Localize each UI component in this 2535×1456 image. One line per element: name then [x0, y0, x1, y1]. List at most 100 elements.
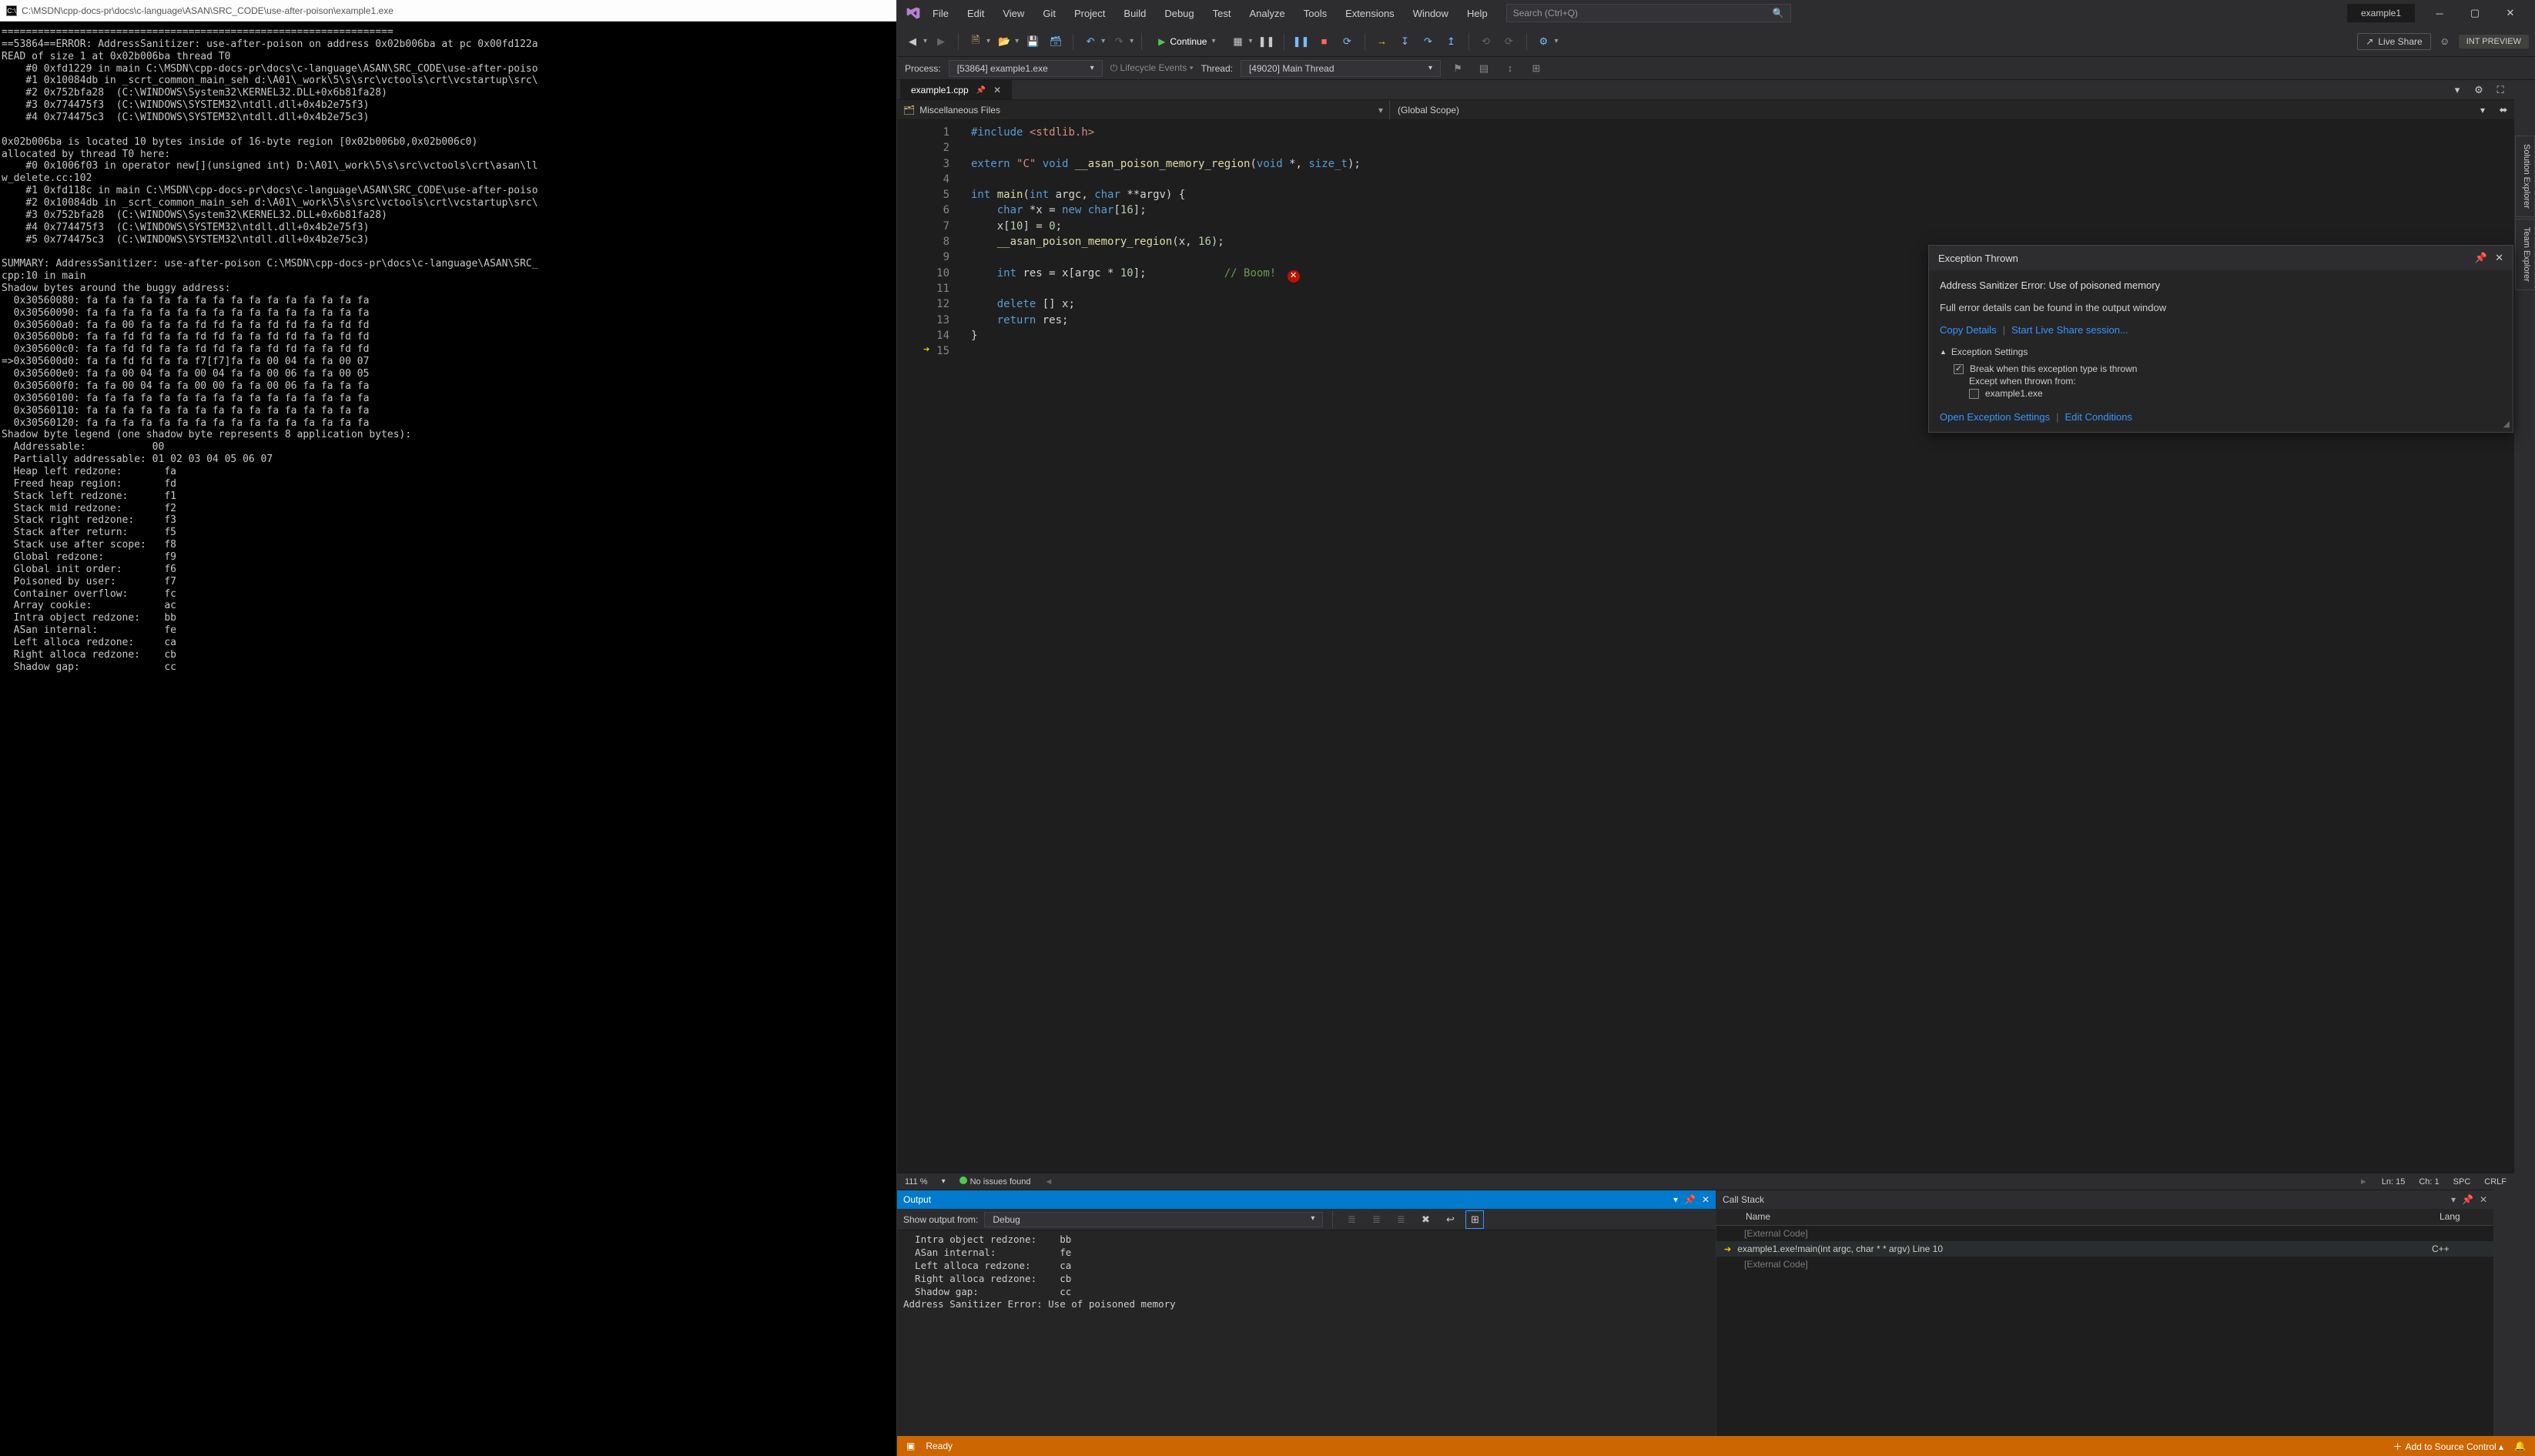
- cs-dropdown-icon[interactable]: ▾: [2451, 1194, 2456, 1205]
- menu-debug[interactable]: Debug: [1157, 5, 1201, 22]
- add-source-control-button[interactable]: ＋Add to Source Control ▴: [2393, 1440, 2503, 1453]
- cs-close-icon[interactable]: ✕: [2480, 1194, 2487, 1205]
- step-over-icon[interactable]: ↷: [1419, 32, 1438, 51]
- show-next-icon[interactable]: →: [1373, 32, 1391, 51]
- menu-help[interactable]: Help: [1459, 5, 1495, 22]
- break-checkbox[interactable]: [1954, 364, 1964, 374]
- menu-analyze[interactable]: Analyze: [1241, 5, 1292, 22]
- error-glyph-icon[interactable]: ✕: [1288, 270, 1300, 283]
- module-checkbox-row[interactable]: example1.exe: [1940, 387, 2502, 400]
- module-checkbox[interactable]: [1969, 389, 1979, 399]
- split-editor-icon[interactable]: ⬌: [2494, 101, 2513, 119]
- menu-edit[interactable]: Edit: [959, 5, 992, 22]
- output-source-selector[interactable]: Debug▾: [984, 1212, 1323, 1227]
- save-icon[interactable]: 💾: [1023, 32, 1042, 51]
- exception-popup-header[interactable]: Exception Thrown 📌✕: [1929, 246, 2513, 270]
- menu-build[interactable]: Build: [1116, 5, 1154, 22]
- hotreload-icon[interactable]: ▦: [1228, 32, 1247, 51]
- zoom-level[interactable]: 111 %: [905, 1177, 928, 1187]
- step-into-icon[interactable]: ↧: [1396, 32, 1415, 51]
- output-toggle-icon[interactable]: ⊞: [1465, 1210, 1484, 1229]
- popup-close-icon[interactable]: ✕: [2495, 252, 2503, 264]
- search-icon[interactable]: 🔍: [1773, 8, 1784, 18]
- pin-icon[interactable]: 📌: [976, 86, 986, 95]
- continue-button[interactable]: ▶Continue ▾: [1150, 33, 1224, 50]
- solution-explorer-tab[interactable]: Solution Explorer: [2515, 136, 2535, 217]
- break-all-icon[interactable]: ❚❚: [1257, 32, 1276, 51]
- save-all-icon[interactable]: 🗃: [1046, 32, 1065, 51]
- stack-frame2-icon[interactable]: ⊞: [1527, 59, 1545, 78]
- reverse-step2-icon[interactable]: ⟳: [1500, 32, 1519, 51]
- notifications-icon[interactable]: 🔔: [2514, 1441, 2526, 1451]
- close-tab-icon[interactable]: ✕: [993, 85, 1001, 95]
- stack-frame-icon[interactable]: ▤: [1475, 59, 1493, 78]
- vs-titlebar[interactable]: File Edit View Git Project Build Debug T…: [897, 0, 2535, 26]
- menu-project[interactable]: Project: [1067, 5, 1113, 22]
- window-close-button[interactable]: ✕: [2493, 2, 2527, 24]
- file-tab-example1[interactable]: example1.cpp 📌 ✕: [900, 80, 1012, 99]
- line-ending[interactable]: CRLF: [2484, 1177, 2507, 1187]
- output-clear-icon[interactable]: ✖: [1416, 1210, 1435, 1229]
- callstack-row[interactable]: [External Code]: [1716, 1257, 2493, 1272]
- new-project-icon[interactable]: 🗎: [966, 32, 985, 51]
- tab-settings-icon[interactable]: ⚙: [2470, 81, 2488, 99]
- copy-details-link[interactable]: Copy Details: [1940, 324, 1997, 336]
- window-maximize-button[interactable]: ▢: [2458, 2, 2492, 24]
- pause-icon[interactable]: ❚❚: [1292, 32, 1311, 51]
- project-scope-selector[interactable]: 🗂Miscellaneous Files▾: [897, 100, 1390, 119]
- redo-icon[interactable]: ↷: [1110, 32, 1128, 51]
- edit-conditions-link[interactable]: Edit Conditions: [2065, 411, 2131, 423]
- menu-test[interactable]: Test: [1205, 5, 1239, 22]
- restart-icon[interactable]: ⟳: [1338, 32, 1357, 51]
- output-prev-icon[interactable]: ≣: [1367, 1210, 1385, 1229]
- start-live-share-link[interactable]: Start Live Share session...: [2011, 324, 2128, 336]
- output-wrap-icon[interactable]: ↩: [1441, 1210, 1459, 1229]
- collapse-icon[interactable]: ▲: [1940, 348, 1947, 356]
- nav-back-icon[interactable]: ◀: [903, 32, 922, 51]
- callstack-row[interactable]: [External Code]: [1716, 1226, 2493, 1241]
- menu-extensions[interactable]: Extensions: [1338, 5, 1402, 22]
- menu-tools[interactable]: Tools: [1296, 5, 1334, 22]
- process-selector[interactable]: [53864] example1.exe▾: [949, 60, 1103, 77]
- console-output[interactable]: ========================================…: [0, 22, 896, 1456]
- flag-icon[interactable]: ⚑: [1448, 59, 1467, 78]
- lifecycle-label[interactable]: Lifecycle Events: [1120, 62, 1187, 73]
- preview-tab-icon[interactable]: ▾: [2448, 81, 2466, 99]
- team-explorer-tab[interactable]: Team Explorer: [2515, 219, 2535, 290]
- panel-dropdown-icon[interactable]: ▾: [1673, 1194, 1678, 1205]
- line-number-gutter[interactable]: 123456789101112131415: [897, 120, 963, 1173]
- step-out-icon[interactable]: ↥: [1442, 32, 1461, 51]
- open-exception-settings-link[interactable]: Open Exception Settings: [1940, 411, 2050, 423]
- cursor-char[interactable]: Ch: 1: [2419, 1177, 2439, 1187]
- output-find-icon[interactable]: ≣: [1342, 1210, 1361, 1229]
- solution-name-tab[interactable]: example1: [2347, 4, 2415, 22]
- exception-settings-header[interactable]: Exception Settings: [1951, 346, 2028, 357]
- callstack-row-current[interactable]: ➔example1.exe!main(int argc, char * * ar…: [1716, 1241, 2493, 1257]
- output-text[interactable]: Intra object redzone: bb ASan internal: …: [897, 1230, 1716, 1436]
- cs-pin-icon[interactable]: 📌: [2462, 1194, 2473, 1205]
- console-titlebar[interactable]: C:\ C:\MSDN\cpp-docs-pr\docs\c-language\…: [0, 0, 896, 22]
- undo-icon[interactable]: ↶: [1081, 32, 1100, 51]
- feedback-icon[interactable]: ☺: [2436, 32, 2454, 51]
- fullscreen-icon[interactable]: ⛶: [2491, 81, 2510, 99]
- open-file-icon[interactable]: 📂: [995, 32, 1013, 51]
- callstack-header[interactable]: Name Lang: [1716, 1209, 2493, 1226]
- reverse-step-icon[interactable]: ⟲: [1477, 32, 1495, 51]
- global-search[interactable]: Search (Ctrl+Q) 🔍: [1506, 4, 1791, 22]
- window-minimize-button[interactable]: ─: [2423, 2, 2456, 24]
- menu-view[interactable]: View: [995, 5, 1032, 22]
- stack-sort-icon[interactable]: ↕: [1501, 59, 1519, 78]
- output-next-icon[interactable]: ≣: [1391, 1210, 1410, 1229]
- menu-git[interactable]: Git: [1035, 5, 1063, 22]
- menu-file[interactable]: File: [925, 5, 956, 22]
- cursor-line[interactable]: Ln: 15: [2382, 1177, 2406, 1187]
- diag-tools-icon[interactable]: ⚙: [1535, 32, 1553, 51]
- panel-close-icon[interactable]: ✕: [1702, 1194, 1710, 1205]
- indent-mode[interactable]: SPC: [2453, 1177, 2471, 1187]
- resize-grip-icon[interactable]: ◢: [2503, 419, 2510, 429]
- break-checkbox-row[interactable]: Break when this exception type is thrown: [1940, 362, 2502, 376]
- popup-pin-icon[interactable]: 📌: [2475, 252, 2487, 264]
- live-share-button[interactable]: ↗ Live Share: [2357, 33, 2430, 50]
- output-panel-title[interactable]: Output ▾📌✕: [897, 1190, 1716, 1209]
- stop-icon[interactable]: ■: [1315, 32, 1334, 51]
